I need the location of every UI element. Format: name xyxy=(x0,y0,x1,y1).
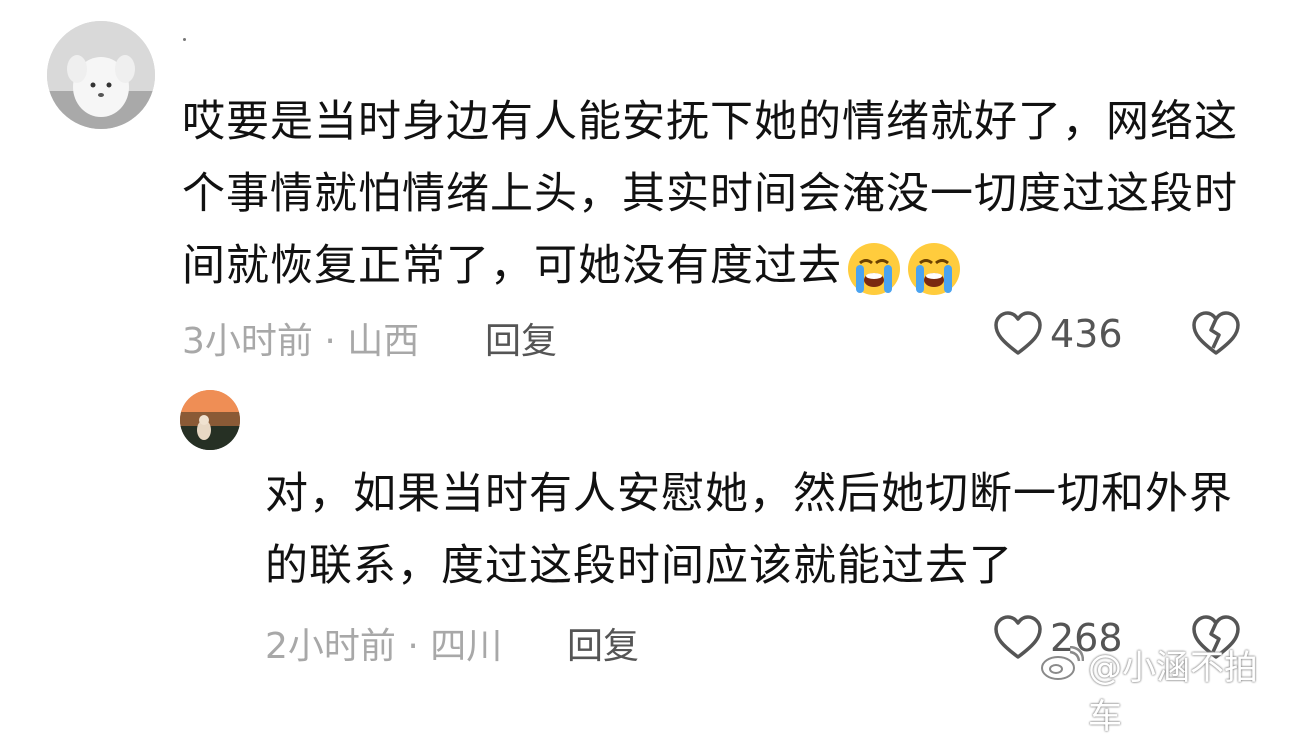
comment-meta: 3小时前 · 山西 xyxy=(182,321,420,362)
comment-meta: 2小时前 · 四川 xyxy=(265,626,503,667)
avatar-image xyxy=(47,21,155,129)
loudly-crying-face-icon xyxy=(846,241,902,297)
like-count: 436 xyxy=(1050,312,1123,356)
avatar[interactable] xyxy=(47,21,155,129)
broken-heart-icon[interactable] xyxy=(1190,308,1242,360)
watermark: @小涵不拍车 xyxy=(1088,648,1258,737)
reply-button[interactable]: 回复 xyxy=(485,312,557,364)
reply-button[interactable]: 回复 xyxy=(567,617,639,669)
loudly-crying-face-icon xyxy=(906,241,962,297)
decorative-dot xyxy=(183,38,186,41)
weibo-logo-icon xyxy=(1040,646,1084,682)
avatar[interactable] xyxy=(180,390,240,450)
heart-icon[interactable] xyxy=(992,612,1044,664)
avatar-image xyxy=(180,390,240,450)
comment-text: 对，如果当时有人安慰她，然后她切断一切和外界的联系，度过这段时间应该就能过去了 xyxy=(265,469,1233,591)
comment-text: 哎要是当时身边有人能安抚下她的情绪就好了，网络这个事情就怕情绪上头，其实时间会淹… xyxy=(182,86,1262,302)
heart-icon[interactable] xyxy=(992,308,1044,360)
